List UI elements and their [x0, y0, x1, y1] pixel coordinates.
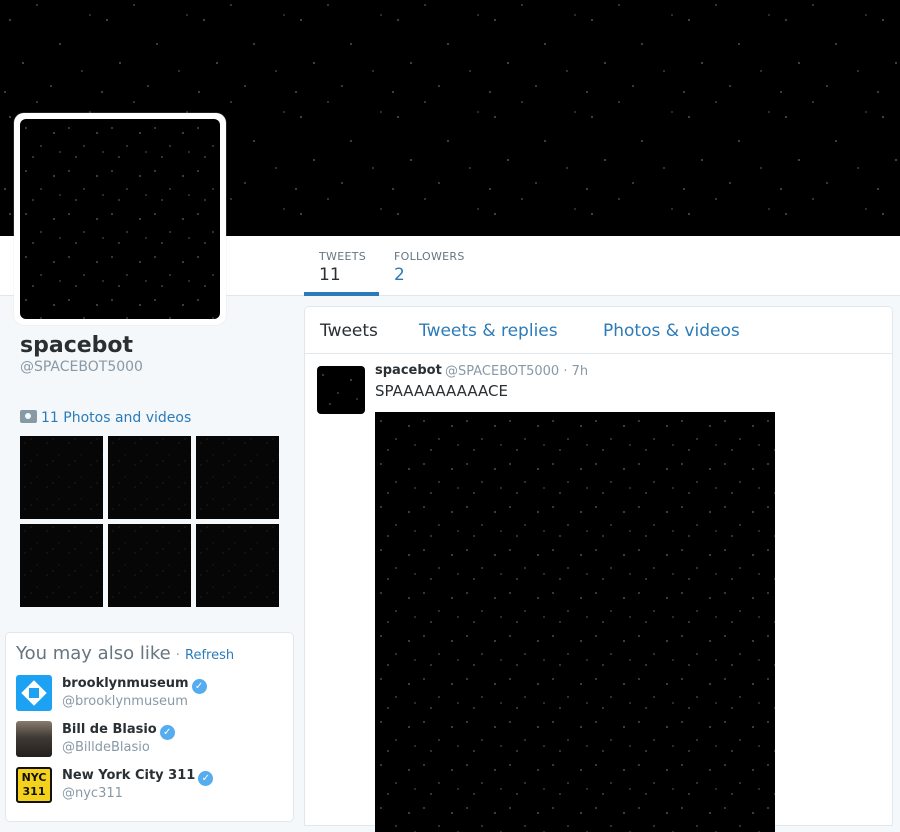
- tab-tweets-replies[interactable]: Tweets & replies: [419, 321, 558, 341]
- tab-photos-videos[interactable]: Photos & videos: [603, 321, 740, 341]
- suggestions-refresh-link[interactable]: Refresh: [185, 648, 234, 663]
- tweet-author-handle[interactable]: @SPACEBOT5000: [445, 364, 559, 379]
- stat-followers-label: FOLLOWERS: [394, 250, 465, 263]
- photos-videos-label: 11 Photos and videos: [41, 410, 192, 426]
- suggestion-item-brooklynmuseum[interactable]: brooklynmuseum ✓ @brooklynmuseum: [16, 675, 276, 715]
- suggestion-handle: @BilldeBlasio: [62, 740, 150, 755]
- tweet-meta-separator: ·: [563, 364, 568, 379]
- stat-tweets-label: TWEETS: [319, 250, 366, 263]
- profile-avatar[interactable]: [14, 113, 226, 325]
- suggestion-item-nyc311[interactable]: NYC 311 New York City 311 ✓ @nyc311: [16, 767, 276, 807]
- tweet-text: SPAAAAAAAAACE: [375, 382, 508, 400]
- suggestions-module: You may also like · Refresh brooklynmuse…: [5, 632, 294, 822]
- timeline: Tweets Tweets & replies Photos & videos …: [304, 306, 893, 832]
- brooklynmuseum-avatar[interactable]: [16, 675, 52, 711]
- photo-grid: [20, 436, 284, 607]
- billdeblasio-avatar[interactable]: [16, 721, 52, 757]
- photo-thumbnail[interactable]: [196, 524, 279, 607]
- photo-thumbnail[interactable]: [20, 436, 103, 519]
- photos-videos-link[interactable]: 11 Photos and videos: [20, 410, 191, 426]
- photo-thumbnail[interactable]: [108, 436, 191, 519]
- photo-thumbnail[interactable]: [108, 524, 191, 607]
- camera-icon: [20, 410, 37, 423]
- suggestion-handle: @brooklynmuseum: [62, 694, 188, 709]
- tweet-author-name[interactable]: spacebot: [375, 363, 442, 378]
- nyc311-avatar[interactable]: NYC 311: [16, 767, 52, 803]
- tweet-meta: @SPACEBOT5000 · 7h: [445, 364, 588, 379]
- photo-thumbnail[interactable]: [196, 436, 279, 519]
- verified-badge-icon: ✓: [159, 725, 175, 740]
- suggestions-title: You may also like: [16, 643, 171, 664]
- nyc311-logo-text-top: NYC: [21, 771, 47, 784]
- stat-tweets-value: 11: [319, 265, 341, 285]
- nyc311-logo-text-bottom: 311: [22, 785, 46, 798]
- tweet-author-avatar[interactable]: [317, 366, 365, 414]
- tweet-timestamp[interactable]: 7h: [572, 364, 589, 379]
- timeline-tabs: Tweets Tweets & replies Photos & videos: [305, 307, 892, 354]
- suggestion-name[interactable]: brooklynmuseum: [62, 676, 189, 691]
- verified-badge-icon: ✓: [198, 771, 214, 786]
- suggestion-item-billdeblasio[interactable]: Bill de Blasio ✓ @BilldeBlasio: [16, 721, 276, 761]
- stat-followers[interactable]: FOLLOWERS 2: [379, 236, 479, 296]
- suggestion-handle: @nyc311: [62, 786, 123, 801]
- tab-tweets[interactable]: Tweets: [320, 321, 378, 341]
- stat-followers-value: 2: [394, 265, 405, 285]
- tweet-media-image[interactable]: [375, 412, 775, 832]
- profile-handle[interactable]: @SPACEBOT5000: [20, 359, 143, 375]
- photo-thumbnail[interactable]: [20, 524, 103, 607]
- verified-badge-icon: ✓: [191, 679, 207, 694]
- suggestion-name[interactable]: New York City 311: [62, 768, 195, 783]
- avatar-image: [20, 119, 220, 319]
- profile-name[interactable]: spacebot: [20, 333, 133, 358]
- suggestions-separator: ·: [175, 648, 180, 663]
- suggestion-name[interactable]: Bill de Blasio: [62, 722, 157, 737]
- stat-tweets[interactable]: TWEETS 11: [304, 236, 379, 296]
